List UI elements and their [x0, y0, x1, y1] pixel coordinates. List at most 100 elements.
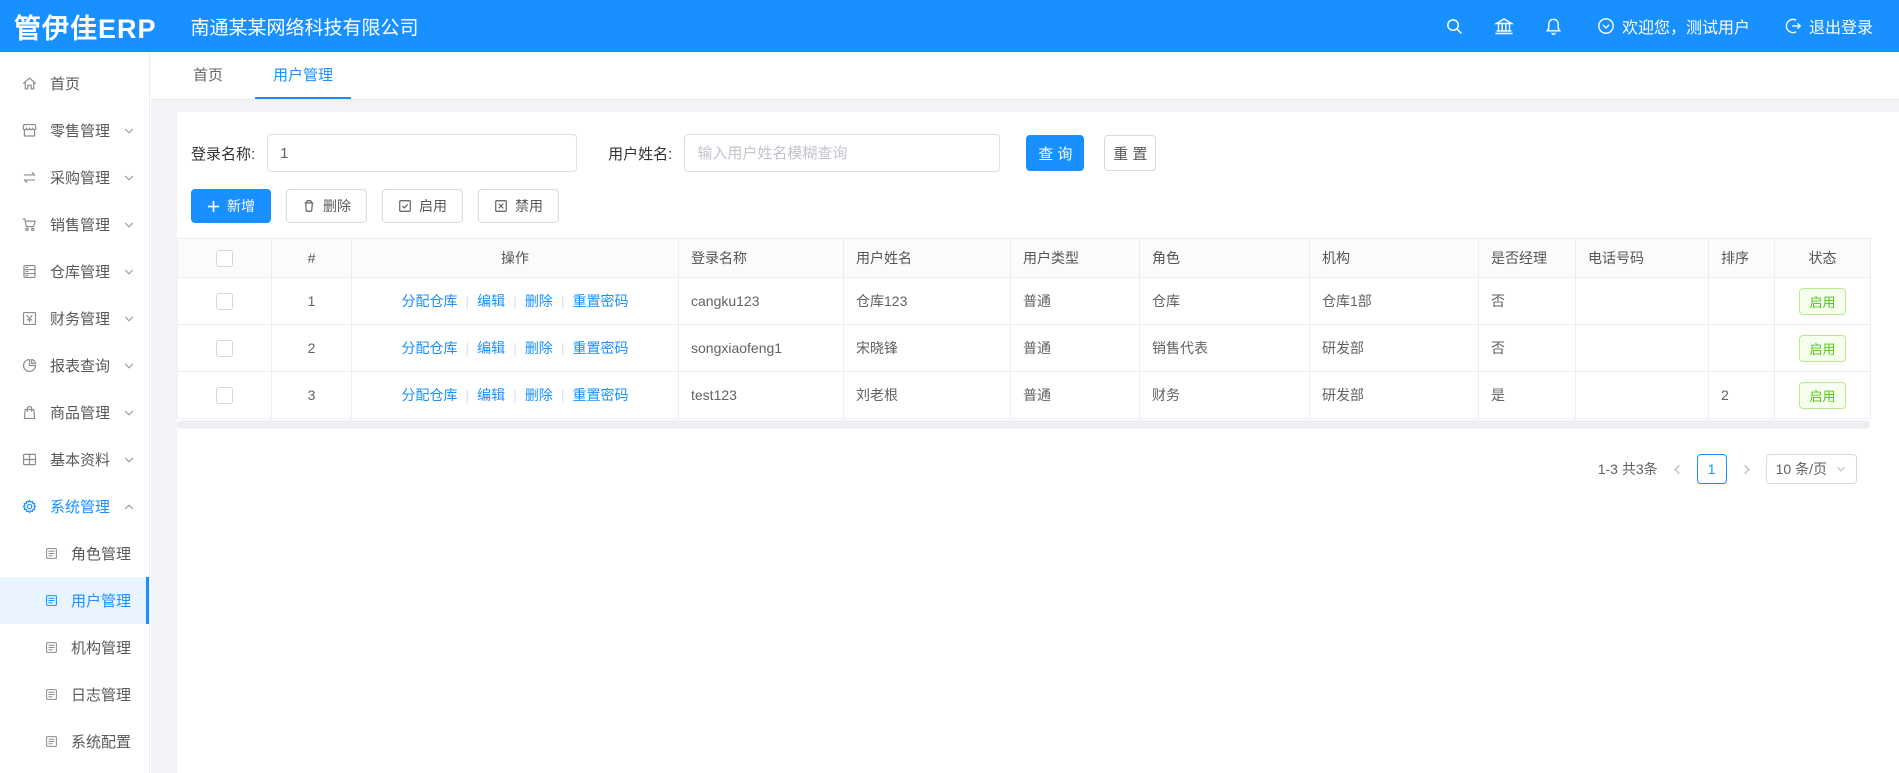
chevron-down-icon: [123, 266, 135, 278]
sidebar-item-label: 机构管理: [71, 640, 132, 657]
current-page-button[interactable]: 1: [1696, 454, 1727, 484]
tab-user-management[interactable]: 用户管理: [255, 52, 352, 99]
edit-link[interactable]: 编辑: [477, 291, 505, 311]
cell-org: 研发部: [1309, 371, 1479, 419]
user-management-panel: 登录名称: 用户姓名: 查 询 重 置 新增: [177, 112, 1899, 773]
cell-user-type: 普通: [1010, 324, 1140, 372]
sidebar-navigation: 首页零售管理 采购管理销售管理仓库管理 财务管理报表查询商品管理 基本资料 系统管理 角色…: [0, 52, 150, 773]
table-row: 3 分配仓库 | 编辑 | 删除 | 重置密码 test123 刘老根 普通 财务 研发部是 2 启用: [177, 371, 1871, 419]
tab-home[interactable]: 首页: [175, 52, 241, 99]
sidebar-item-retail[interactable]: 零售管理: [0, 107, 149, 154]
column-header: 登录名称: [678, 238, 844, 278]
cell-user-name: 仓库123: [843, 277, 1011, 325]
column-header: 角色: [1139, 238, 1310, 278]
sidebar-item-log[interactable]: 日志管理: [0, 671, 149, 718]
delete-link[interactable]: 删除: [525, 338, 553, 358]
page-size-select[interactable]: 10 条/页: [1765, 454, 1857, 484]
reset-button[interactable]: 重 置: [1104, 135, 1157, 171]
doc-icon: [44, 734, 59, 749]
link-divider: |: [560, 387, 565, 403]
link-divider: |: [465, 387, 470, 403]
column-header: 用户姓名: [843, 238, 1011, 278]
sidebar-item-label: 报表查询: [50, 358, 111, 375]
pagination-total: 1-3 共3条: [1597, 461, 1658, 477]
reset-password-link[interactable]: 重置密码: [572, 338, 628, 358]
company-name: 南通某某网络科技有限公司: [190, 17, 419, 39]
delete-button[interactable]: 删除: [286, 189, 367, 223]
sidebar-item-report[interactable]: 报表查询: [0, 342, 149, 389]
assign-warehouse-link[interactable]: 分配仓库: [402, 291, 458, 311]
search-icon[interactable]: [1445, 17, 1464, 36]
row-checkbox[interactable]: [216, 292, 233, 310]
grid-icon: [21, 451, 38, 468]
sidebar-item-goods[interactable]: 商品管理: [0, 389, 149, 436]
cell-is-manager: 否: [1478, 324, 1576, 372]
chevron-down-icon: [123, 125, 135, 137]
doc-icon: [44, 593, 59, 608]
add-button[interactable]: 新增: [191, 189, 271, 223]
logout-button[interactable]: 退出登录: [1784, 14, 1873, 38]
tab-bar: 首页 用户管理: [151, 52, 1899, 100]
cell-sort: [1708, 324, 1775, 372]
sidebar-item-label: 首页: [50, 76, 81, 93]
status-badge: 启用: [1799, 334, 1846, 362]
sidebar-item-org[interactable]: 机构管理: [0, 624, 149, 671]
chevron-down-icon: [123, 454, 135, 466]
reset-password-link[interactable]: 重置密码: [572, 385, 628, 405]
reset-password-link[interactable]: 重置密码: [572, 291, 628, 311]
sidebar-item-system[interactable]: 系统管理: [0, 483, 149, 530]
sync-icon: [21, 169, 38, 186]
disable-button[interactable]: 禁用: [478, 189, 559, 223]
assign-warehouse-link[interactable]: 分配仓库: [402, 338, 458, 358]
bank-icon[interactable]: [1493, 16, 1514, 36]
link-divider: |: [465, 340, 470, 356]
sidebar-item-user[interactable]: 用户管理: [0, 577, 149, 624]
edit-link[interactable]: 编辑: [477, 338, 505, 358]
sidebar-item-home[interactable]: 首页: [0, 60, 149, 107]
cell-org: 仓库1部: [1309, 277, 1479, 325]
column-header: #: [271, 238, 352, 278]
edit-link[interactable]: 编辑: [477, 385, 505, 405]
login-name-label: 登录名称:: [191, 145, 256, 163]
table-row: 1 分配仓库 | 编辑 | 删除 | 重置密码 cangku123 仓库123 普通 仓库 仓库1部否 启…: [177, 277, 1871, 325]
sidebar-item-role[interactable]: 角色管理: [0, 530, 149, 577]
logout-label: 退出登录: [1808, 20, 1873, 37]
next-page-button[interactable]: [1740, 463, 1753, 476]
row-checkbox[interactable]: [216, 386, 233, 404]
chevron-down-icon: [1835, 463, 1847, 475]
select-all-checkbox[interactable]: [216, 249, 233, 267]
login-name-input[interactable]: [267, 134, 578, 172]
sidebar-item-config[interactable]: 系统配置: [0, 718, 149, 765]
sidebar-item-basic[interactable]: 基本资料: [0, 436, 149, 483]
column-header: 用户类型: [1010, 238, 1140, 278]
table-horizontal-scrollbar[interactable]: [177, 420, 1870, 429]
cell-user-type: 普通: [1010, 277, 1140, 325]
bell-icon[interactable]: [1544, 17, 1563, 36]
column-header: 是否经理: [1478, 238, 1576, 278]
sidebar-item-sales[interactable]: 销售管理: [0, 201, 149, 248]
sidebar-item-label: 销售管理: [50, 217, 111, 234]
users-table: # 操作 登录名称 用户姓名 用户类型 角色 机构 是否经理 电话号码 排序 状态 1 分配仓库 | 编辑…: [177, 238, 1871, 419]
sidebar-item-finance[interactable]: 财务管理: [0, 295, 149, 342]
sidebar-item-warehouse[interactable]: 仓库管理: [0, 248, 149, 295]
sidebar-item-purchase[interactable]: 采购管理: [0, 154, 149, 201]
column-header: 电话号码: [1575, 238, 1709, 278]
user-name-input[interactable]: [684, 134, 1001, 172]
row-checkbox[interactable]: [216, 339, 233, 357]
column-header: 操作: [351, 238, 679, 278]
prev-page-button[interactable]: [1671, 463, 1684, 476]
table-header-row: # 操作 登录名称 用户姓名 用户类型 角色 机构 是否经理 电话号码 排序 状态: [177, 238, 1871, 278]
chevron-up-icon: [123, 501, 135, 513]
delete-link[interactable]: 删除: [525, 385, 553, 405]
search-button[interactable]: 查 询: [1026, 135, 1085, 171]
assign-warehouse-link[interactable]: 分配仓库: [402, 385, 458, 405]
x-square-icon: [494, 199, 508, 213]
chevron-down-icon: [123, 407, 135, 419]
delete-link[interactable]: 删除: [525, 291, 553, 311]
cart-icon: [21, 216, 38, 233]
welcome-user-menu[interactable]: 欢迎您，测试用户: [1597, 14, 1750, 38]
cell-phone: [1575, 371, 1709, 419]
trash-icon: [302, 199, 316, 213]
cell-is-manager: 否: [1478, 277, 1576, 325]
enable-button[interactable]: 启用: [382, 189, 463, 223]
